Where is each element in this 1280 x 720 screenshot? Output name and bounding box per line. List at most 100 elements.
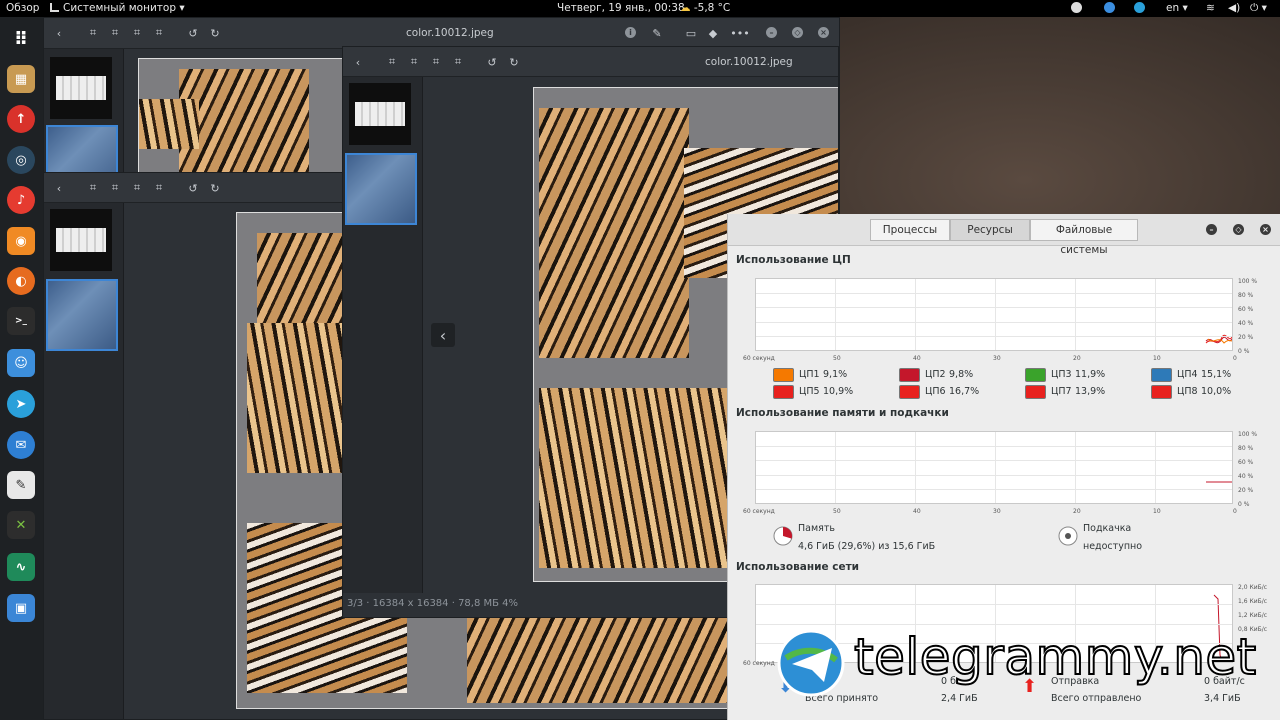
- cpu-color-swatch: [773, 385, 794, 399]
- chart-icon: [50, 3, 59, 12]
- zoom-fill-icon[interactable]: ⌗: [404, 54, 424, 70]
- thumbnail-selected[interactable]: [46, 279, 118, 351]
- rotate-right-icon[interactable]: ↻: [504, 54, 524, 70]
- comment-icon[interactable]: ▭: [681, 25, 701, 41]
- cpu-core-label: ЦП8: [1177, 386, 1198, 397]
- thumbnail[interactable]: [50, 209, 112, 271]
- swap-pie-icon: [1058, 526, 1078, 546]
- firefox-icon[interactable]: ◐: [7, 267, 35, 295]
- apps-grid-icon[interactable]: ⠿: [7, 25, 35, 53]
- toolbar: ‹ ⌗ ⌗ ⌗ ⌗ ↺ ↻ color.10012.jpeg i ✎ ▭ ◆ •…: [44, 18, 839, 49]
- tag-icon[interactable]: ◆: [703, 25, 723, 41]
- more-icon[interactable]: •••: [730, 25, 750, 41]
- cpu-core-value: 15,1%: [1201, 369, 1232, 380]
- rotate-left-icon[interactable]: ↺: [183, 25, 203, 41]
- zoom-in-icon[interactable]: ⌗: [127, 25, 147, 41]
- inkscape-icon[interactable]: ✕: [7, 511, 35, 539]
- watermark: telegrammy.net: [776, 626, 1276, 706]
- cpu-color-swatch: [899, 385, 920, 399]
- zoom-in-icon[interactable]: ⌗: [127, 180, 147, 196]
- memory-y-tick: 0 %: [1238, 501, 1250, 508]
- toolbar: ‹ ⌗ ⌗ ⌗ ⌗ ↺ ↻ color.10012.jpeg: [343, 47, 838, 77]
- image-viewer-icon[interactable]: ▣: [7, 594, 35, 622]
- zoom-out-icon[interactable]: ⌗: [149, 25, 169, 41]
- language-switcher[interactable]: en ▾: [1166, 0, 1188, 17]
- telegram-icon[interactable]: ➤: [7, 390, 35, 418]
- network-y-tick: 2,0 КиБ/с: [1238, 584, 1268, 591]
- minimize-icon[interactable]: –: [1206, 224, 1217, 235]
- volume-icon[interactable]: ◀): [1228, 0, 1240, 17]
- thumbnail-selected[interactable]: [345, 153, 417, 225]
- cpu-x-tick: 30: [993, 355, 1001, 362]
- rss-icon[interactable]: ◉: [7, 227, 35, 255]
- activities-button[interactable]: Обзор: [6, 0, 39, 17]
- gimp-icon[interactable]: ✎: [7, 471, 35, 499]
- upload-icon[interactable]: ↑: [7, 105, 35, 133]
- browser-tray-icon[interactable]: [1104, 0, 1115, 17]
- telegram-tray-icon[interactable]: [1134, 0, 1145, 17]
- maximize-icon[interactable]: ◇: [792, 27, 803, 38]
- info-icon[interactable]: i: [625, 27, 636, 38]
- thumbnail[interactable]: [349, 83, 411, 145]
- minimize-icon[interactable]: –: [766, 27, 777, 38]
- cpu-color-swatch: [773, 368, 794, 382]
- thumbnail[interactable]: [50, 57, 112, 119]
- cpu-y-tick: 0 %: [1238, 348, 1250, 355]
- rotate-right-icon[interactable]: ↻: [205, 25, 225, 41]
- memory-y-tick: 20 %: [1238, 487, 1254, 494]
- power-icon[interactable]: ⏻ ▾: [1250, 0, 1267, 17]
- zoom-in-icon[interactable]: ⌗: [426, 54, 446, 70]
- network-icon[interactable]: ≋: [1206, 0, 1215, 17]
- finder-icon[interactable]: ☺: [7, 349, 35, 377]
- previous-image-button[interactable]: ‹: [431, 323, 455, 347]
- mail-icon[interactable]: ✉: [7, 431, 35, 459]
- rotate-right-icon[interactable]: ↻: [205, 180, 225, 196]
- cpu-core-label: ЦП7: [1051, 386, 1072, 397]
- grid-line: [1155, 279, 1156, 350]
- cpu-core-value: 13,9%: [1075, 386, 1106, 397]
- tab-processes[interactable]: Процессы: [870, 219, 950, 241]
- music-icon[interactable]: ♪: [7, 186, 35, 214]
- back-button[interactable]: ‹: [348, 54, 368, 70]
- swap-value: недоступно: [1083, 541, 1143, 552]
- grid-line: [756, 474, 1232, 476]
- close-icon[interactable]: ×: [1260, 224, 1271, 235]
- cpu-core-value: 10,9%: [823, 386, 854, 397]
- tab-resources[interactable]: Ресурсы: [950, 219, 1030, 241]
- steam-icon[interactable]: ◎: [7, 146, 35, 174]
- window-title: color.10012.jpeg: [406, 27, 494, 39]
- zoom-fill-icon[interactable]: ⌗: [105, 25, 125, 41]
- zoom-out-icon[interactable]: ⌗: [149, 180, 169, 196]
- memory-x-tick: 20: [1073, 508, 1081, 515]
- edit-icon[interactable]: ✎: [647, 25, 667, 41]
- back-button[interactable]: ‹: [49, 25, 69, 41]
- rotate-left-icon[interactable]: ↺: [482, 54, 502, 70]
- weather-indicator[interactable]: ☁ -5,8 °C: [680, 0, 730, 17]
- zoom-fit-icon[interactable]: ⌗: [83, 180, 103, 196]
- cpu-color-swatch: [899, 368, 920, 382]
- clock[interactable]: Четверг, 19 янв., 00:38: [557, 0, 685, 17]
- tab-filesystems[interactable]: Файловые системы: [1030, 219, 1138, 256]
- zoom-fit-icon[interactable]: ⌗: [382, 54, 402, 70]
- cpu-x-tick: 50: [833, 355, 841, 362]
- terminal-icon[interactable]: >_: [7, 307, 35, 335]
- maximize-icon[interactable]: ◇: [1233, 224, 1244, 235]
- steam-tray-icon[interactable]: [1071, 0, 1082, 17]
- zoom-out-icon[interactable]: ⌗: [448, 54, 468, 70]
- cpu-trace: [1205, 334, 1232, 344]
- swap-label: Подкачка: [1083, 523, 1132, 534]
- system-monitor-icon[interactable]: ∿: [7, 553, 35, 581]
- grid-line: [1155, 432, 1156, 503]
- close-icon[interactable]: ×: [818, 27, 829, 38]
- cpu-color-swatch: [1151, 368, 1172, 382]
- memory-x-tick: 40: [913, 508, 921, 515]
- app-menu[interactable]: Системный монитор ▾: [50, 0, 185, 17]
- zoom-fit-icon[interactable]: ⌗: [83, 25, 103, 41]
- zoom-fill-icon[interactable]: ⌗: [105, 180, 125, 196]
- memory-graph: [755, 431, 1233, 504]
- archive-icon[interactable]: ▦: [7, 65, 35, 93]
- back-button[interactable]: ‹: [49, 180, 69, 196]
- header-bar: Процессы Ресурсы Файловые системы – ◇ ×: [728, 214, 1280, 256]
- cpu-y-tick: 100 %: [1238, 278, 1258, 285]
- rotate-left-icon[interactable]: ↺: [183, 180, 203, 196]
